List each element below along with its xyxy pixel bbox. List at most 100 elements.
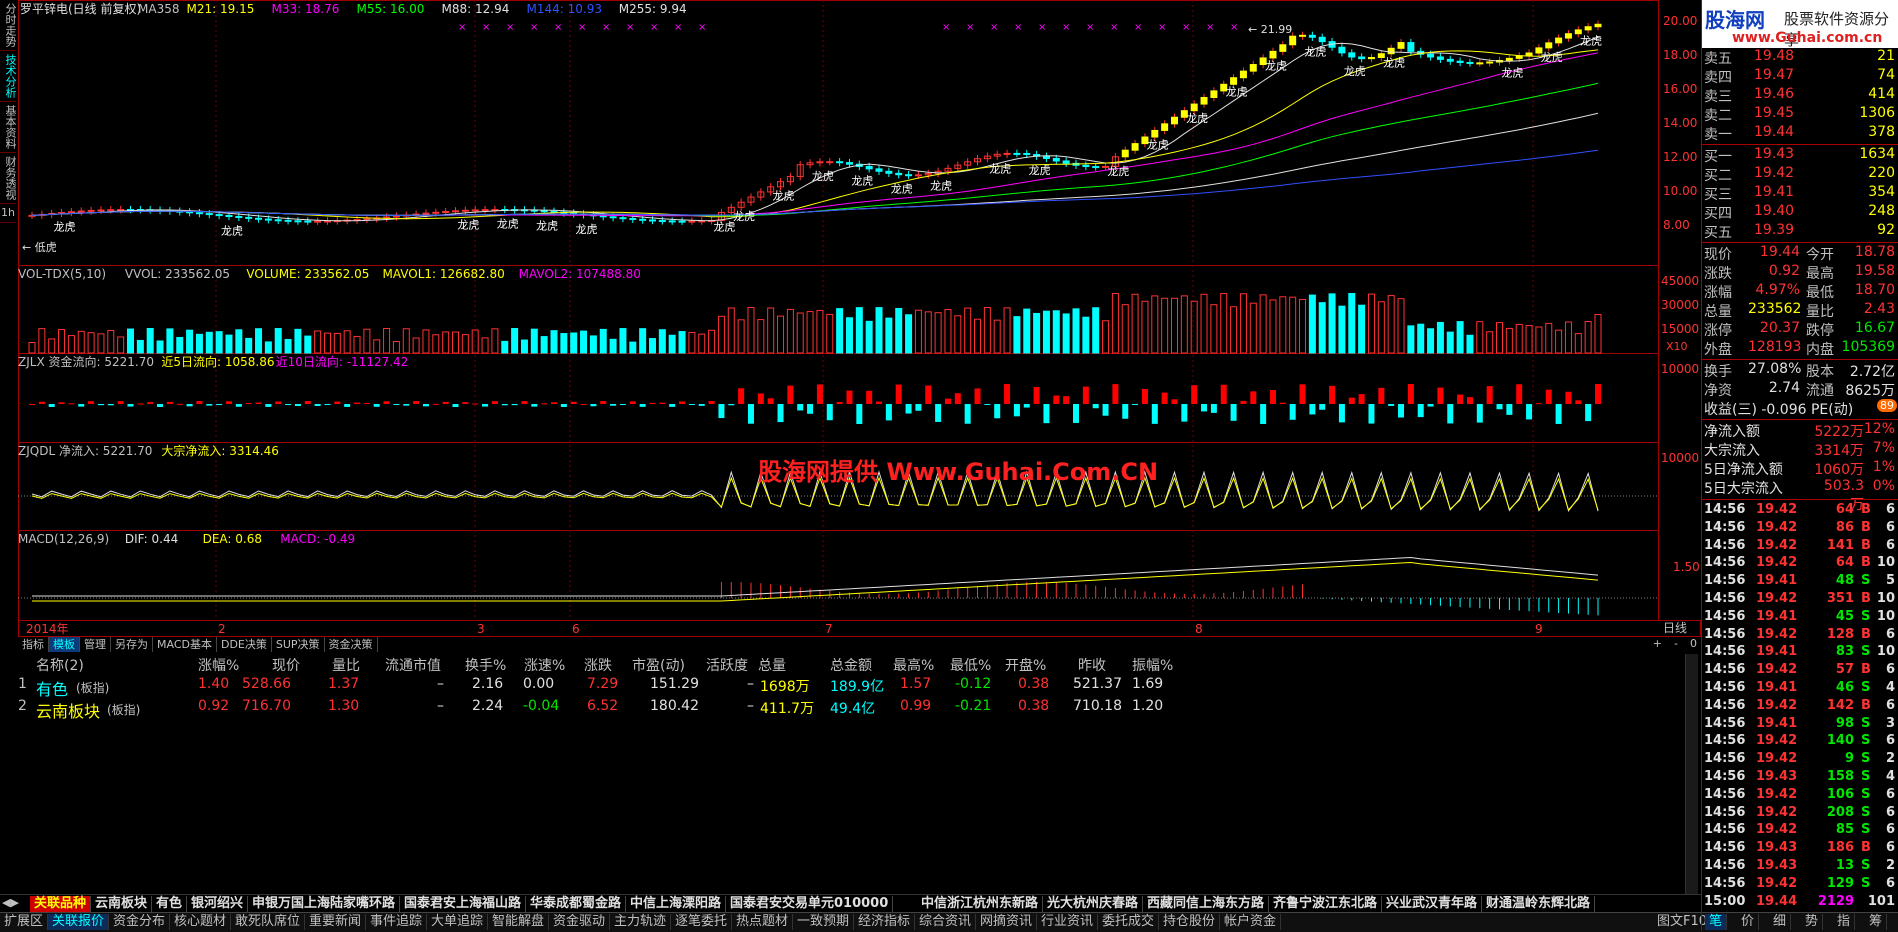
table-header[interactable]: 换手%	[465, 655, 506, 675]
volume-bar	[67, 335, 75, 354]
block-tab[interactable]: 光大杭州庆春路	[1043, 896, 1144, 912]
bid-row[interactable]: 买一 19.43 1634	[1704, 146, 1897, 165]
zoom-button[interactable]: -	[1674, 637, 1678, 650]
ask-row[interactable]: 卖三 19.46 414	[1704, 86, 1897, 105]
ask-row[interactable]: 卖五 19.48 21	[1704, 48, 1897, 67]
table-header[interactable]: 昨收	[1078, 655, 1106, 675]
function-button[interactable]: 扩展区	[0, 914, 49, 930]
tick-count: 10	[1876, 644, 1895, 660]
table-header[interactable]: 涨跌	[584, 655, 612, 675]
indicator-tab[interactable]: 模板	[49, 637, 80, 652]
function-button[interactable]: 委托成交	[1098, 914, 1160, 930]
function-button[interactable]: 一致预期	[793, 914, 855, 930]
function-button[interactable]: 关联报价	[48, 914, 110, 930]
bid-row[interactable]: 买五 19.39 92	[1704, 222, 1897, 241]
table-header[interactable]: 涨幅%	[198, 655, 239, 675]
ask-row[interactable]: 卖四 19.47 74	[1704, 67, 1897, 86]
table-header[interactable]: 活跃度	[706, 655, 748, 675]
function-button[interactable]: 智能解盘	[488, 914, 550, 930]
block-tab[interactable]: 华泰成都蜀金路	[526, 896, 627, 912]
table-header[interactable]: 振幅%	[1132, 655, 1173, 675]
block-tab[interactable]: 中信上海溧阳路	[626, 896, 727, 912]
block-tab[interactable]: 申银万国上海陆家嘴环路	[248, 896, 401, 912]
block-tab[interactable]: 中信浙江杭州东新路	[917, 896, 1044, 912]
indicator-tab[interactable]: 另存为	[111, 637, 153, 652]
kline-chart[interactable]: 罗平锌电(日线 前复权)MA358 M21: 19.15 M33: 18.76 M55…	[18, 0, 1701, 637]
left-tab[interactable]: 1h	[0, 204, 16, 223]
indicator-tab[interactable]: DDE决策	[217, 637, 272, 652]
table-header[interactable]: 市盈(动)	[632, 655, 685, 675]
table-row[interactable]: 1 有色 (板指) 1.40 528.66 1.37 – 2.16 0.00 7.29 151.29…	[0, 676, 1685, 700]
table-header[interactable]: 开盘%	[1005, 655, 1046, 675]
function-button[interactable]: 大单追踪	[427, 914, 489, 930]
block-tab[interactable]: 兴业武汉青年路	[1382, 896, 1483, 912]
volume-bar	[363, 328, 371, 354]
indicator-tab[interactable]: 管理	[80, 637, 111, 652]
ask-row[interactable]: 卖一 19.44 378	[1704, 124, 1897, 143]
left-tab[interactable]: 基本资料	[0, 102, 17, 153]
table-header[interactable]: 流通市值	[385, 655, 441, 675]
table-scrollbar[interactable]	[1685, 654, 1698, 894]
row-name[interactable]: 云南板块	[36, 698, 100, 722]
function-button[interactable]: 资金驱动	[549, 914, 611, 930]
table-header[interactable]: 量比	[332, 655, 360, 675]
block-tab[interactable]: 西藏同信上海东方路	[1143, 896, 1270, 912]
tick-side: S	[1861, 875, 1871, 891]
indicator-tab[interactable]: 资金决策	[325, 637, 378, 652]
bid-row[interactable]: 买三 19.41 354	[1704, 184, 1897, 203]
function-button[interactable]: 持仓股份	[1159, 914, 1221, 930]
block-tab[interactable]: 财通温岭东辉北路	[1482, 896, 1596, 912]
volume-bar	[1436, 321, 1444, 354]
function-button[interactable]: 核心题材	[170, 914, 232, 930]
block-tab[interactable]: 齐鲁宁波江东北路	[1269, 896, 1383, 912]
bid-row[interactable]: 买二 19.42 220	[1704, 165, 1897, 184]
row-name[interactable]: 有色	[36, 676, 68, 700]
indicator-tab[interactable]: MACD基本	[153, 637, 217, 652]
table-header[interactable]: 最高%	[893, 655, 934, 675]
block-tab[interactable]: 云南板块	[91, 896, 153, 912]
block-tab[interactable]: 国泰君安交易单元010000	[726, 896, 894, 912]
function-button[interactable]: 重要新闻	[305, 914, 367, 930]
function-button[interactable]: 敢死队席位	[231, 914, 306, 930]
left-tab[interactable]: 财务透视	[0, 153, 17, 204]
function-button[interactable]: 经济指标	[854, 914, 916, 930]
function-button[interactable]: 逐笔委托	[671, 914, 733, 930]
function-button[interactable]: 事件追踪	[366, 914, 428, 930]
function-button[interactable]: 热点题材	[732, 914, 794, 930]
block-tab[interactable]: 银河绍兴	[187, 896, 249, 912]
function-button[interactable]: 主力轨迹	[610, 914, 672, 930]
left-tab[interactable]: 技术分析	[0, 51, 17, 102]
block-tab[interactable]: 有色	[152, 896, 188, 912]
function-button[interactable]: 行业资讯	[1037, 914, 1099, 930]
table-header[interactable]: 现价	[272, 655, 300, 675]
tick-side: S	[1861, 858, 1871, 873]
table-header[interactable]: 最低%	[950, 655, 991, 675]
zoom-button[interactable]: +	[1653, 637, 1662, 650]
bid-volume: 92	[1877, 222, 1895, 238]
tick-time: 14:56	[1704, 822, 1746, 838]
function-button[interactable]: 网摘资讯	[976, 914, 1038, 930]
table-header[interactable]: 总量	[758, 655, 786, 675]
scroll-left-icon[interactable]: ◀▶	[2, 896, 19, 909]
volume-bar	[1249, 302, 1257, 354]
block-tab[interactable]: 关联品种	[30, 896, 92, 912]
ask-row[interactable]: 卖二 19.45 1306	[1704, 105, 1897, 124]
fund-value: 2.72亿	[1849, 364, 1895, 380]
table-header[interactable]: 涨速%	[524, 655, 565, 675]
table-header[interactable]: 名称(2)	[36, 655, 84, 675]
function-button[interactable]: 综合资讯	[915, 914, 977, 930]
bid-row[interactable]: 买四 19.40 248	[1704, 203, 1897, 222]
candles	[28, 20, 1602, 225]
left-tab[interactable]: 分时走势	[0, 0, 17, 51]
block-tab[interactable]: 国泰君安上海福山路	[400, 896, 527, 912]
signal-mark: ×	[1086, 22, 1094, 33]
function-button[interactable]: 帐户资金	[1220, 914, 1282, 930]
table-header[interactable]: 总金额	[830, 655, 872, 675]
function-button[interactable]: 资金分布	[109, 914, 171, 930]
table-row[interactable]: 2 云南板块 (板指) 0.92 716.70 1.30 – 2.24 -0.04 6.52 180…	[0, 698, 1685, 722]
fund-flow-bar	[1269, 390, 1276, 404]
zoom-button[interactable]: 0	[1690, 637, 1697, 650]
candle-body	[885, 170, 893, 174]
indicator-tab[interactable]: SUP决策	[272, 637, 325, 652]
indicator-tab[interactable]: 指标	[18, 637, 49, 652]
